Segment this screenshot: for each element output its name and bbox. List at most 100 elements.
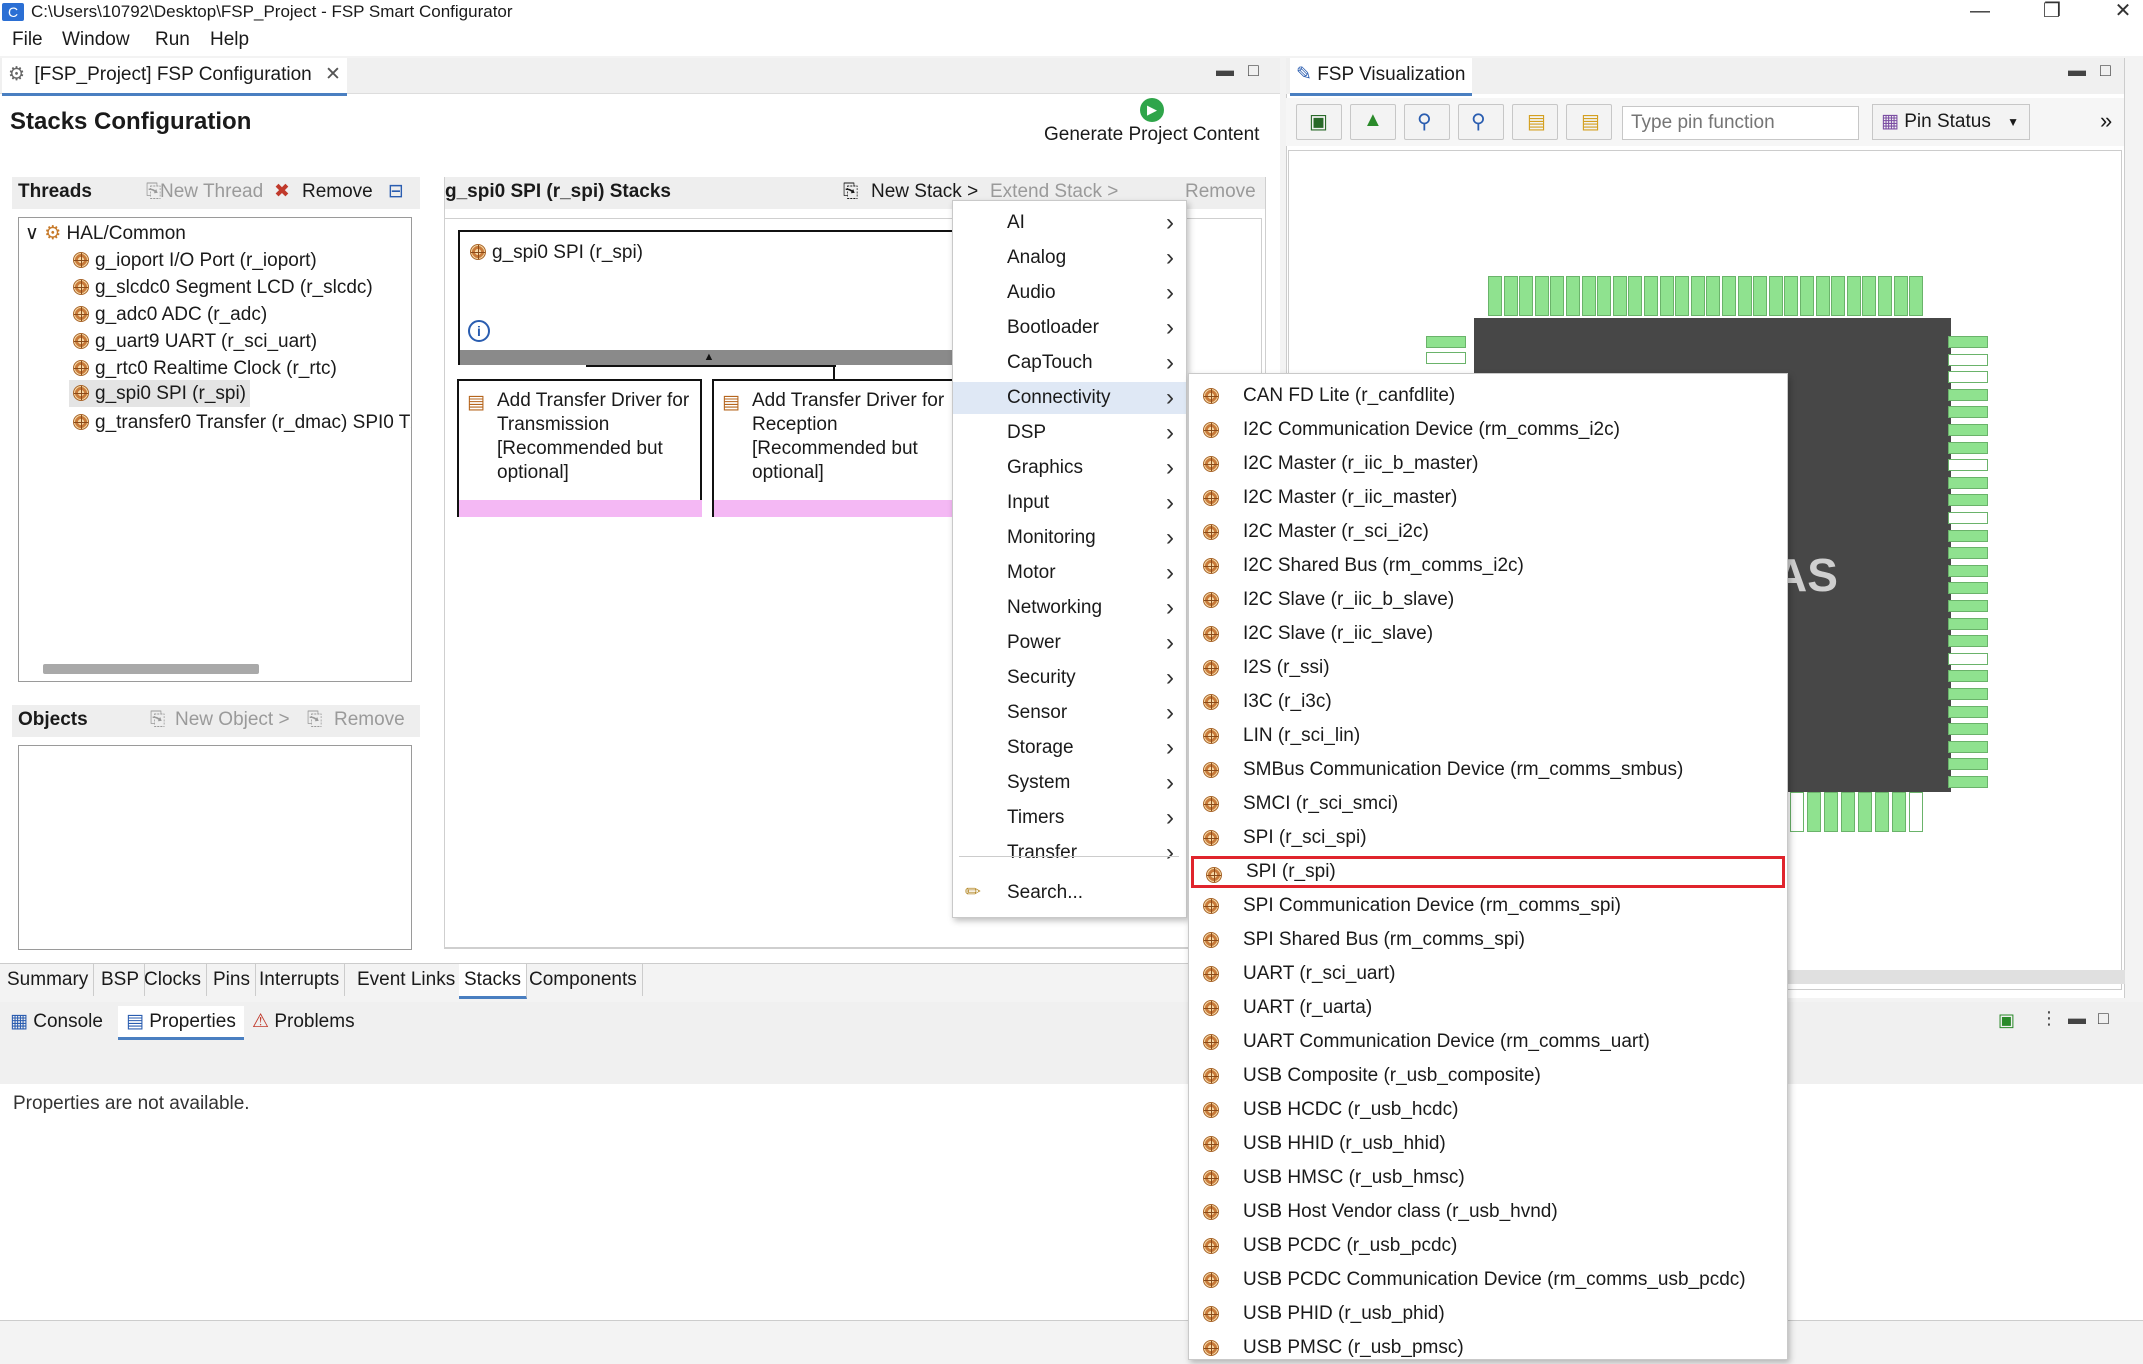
tab-summary[interactable]: Summary <box>2 964 95 996</box>
tab-pins[interactable]: Pins <box>208 964 256 996</box>
chip-pin[interactable] <box>1948 529 1988 542</box>
menu-item-module[interactable]: USB HMSC (r_usb_hmsc) <box>1191 1162 1785 1194</box>
chip-pin[interactable] <box>1862 276 1877 316</box>
chip-pin[interactable] <box>1800 276 1814 316</box>
chip-pin[interactable] <box>1893 276 1908 316</box>
menu-item-timers[interactable]: Timers › <box>953 802 1186 834</box>
menu-item-module[interactable]: SMBus Communication Device (rm_comms_smb… <box>1191 754 1785 786</box>
menu-item-audio[interactable]: Audio › <box>953 277 1186 309</box>
menu-item-module[interactable]: I2C Master (r_iic_b_master) <box>1191 448 1785 480</box>
chip-pin[interactable] <box>1948 459 1988 472</box>
menu-file[interactable]: File <box>12 24 43 56</box>
toolbar-overflow-icon[interactable]: » <box>2100 108 2112 134</box>
chip-pin[interactable] <box>1550 276 1565 316</box>
menu-item-bootloader[interactable]: Bootloader › <box>953 312 1186 344</box>
chip-pin[interactable] <box>1659 276 1674 316</box>
tree-item[interactable]: g_rtc0 Realtime Clock (r_rtc) <box>73 355 337 382</box>
chip-pin[interactable] <box>1948 776 1988 788</box>
menu-item-system[interactable]: System › <box>953 767 1186 799</box>
menu-item-module[interactable]: I2C Communication Device (rm_comms_i2c) <box>1191 414 1785 446</box>
chip-pin[interactable] <box>1824 792 1838 832</box>
menu-run[interactable]: Run <box>155 24 190 56</box>
chip-pin[interactable] <box>1846 276 1861 316</box>
page-button[interactable]: ▤ <box>1512 104 1558 140</box>
chip-pin[interactable] <box>1597 276 1612 316</box>
maximize-button[interactable]: ❐ <box>2032 0 2072 24</box>
chip-pin[interactable] <box>1503 276 1518 316</box>
chip-pin[interactable] <box>1628 276 1643 316</box>
chip-pin[interactable] <box>1753 276 1768 316</box>
chip-pin[interactable] <box>1581 276 1596 316</box>
collapse-all-icon[interactable]: ⊟ <box>388 177 404 207</box>
menu-item-storage[interactable]: Storage › <box>953 732 1186 764</box>
chip-pin[interactable] <box>1948 353 1988 366</box>
add-transfer-rx[interactable]: ▤ Add Transfer Driver for Reception [Reco… <box>712 379 958 517</box>
save-image-button[interactable]: ▣ <box>1296 104 1342 140</box>
menu-item-graphics[interactable]: Graphics › <box>953 452 1186 484</box>
zoom-out-button[interactable]: ⚲ <box>1404 104 1450 140</box>
menu-item-module[interactable]: USB Composite (r_usb_composite) <box>1191 1060 1785 1092</box>
chip-pin[interactable] <box>1948 600 1988 612</box>
menu-item-module[interactable]: USB PCDC Communication Device (rm_comms_… <box>1191 1264 1785 1296</box>
menu-item-connectivity[interactable]: Connectivity › <box>953 382 1186 414</box>
menu-item-dsp[interactable]: DSP › <box>953 417 1186 449</box>
chip-pin[interactable] <box>1784 276 1799 316</box>
chip-pin[interactable] <box>1534 276 1549 316</box>
tree-item[interactable]: g_ioport I/O Port (r_ioport) <box>73 247 317 274</box>
menu-item-networking[interactable]: Networking › <box>953 592 1186 624</box>
menu-item-module[interactable]: UART (r_uarta) <box>1191 992 1785 1024</box>
chip-pin[interactable] <box>1948 476 1988 489</box>
chip-pin[interactable] <box>1948 758 1988 771</box>
menu-item-module[interactable]: UART (r_sci_uart) <box>1191 958 1785 990</box>
chip-pin[interactable] <box>1858 792 1872 832</box>
chip-pin[interactable] <box>1875 792 1889 832</box>
chip-pin[interactable] <box>1948 441 1988 454</box>
menu-item-module[interactable]: I2S (r_ssi) <box>1191 652 1785 684</box>
menu-item-module[interactable]: SPI (r_sci_spi) <box>1191 822 1785 854</box>
chip-pin[interactable] <box>1948 494 1988 507</box>
close-button[interactable]: ✕ <box>2103 0 2143 24</box>
minimize-view-icon[interactable]: ▬ <box>2068 60 2086 81</box>
chip-pin[interactable] <box>1948 388 1988 401</box>
tab-interrupts[interactable]: Interrupts <box>254 964 346 996</box>
tab-fsp-visualization[interactable]: ✎ FSP Visualization <box>1290 58 1472 96</box>
menu-window[interactable]: Window <box>62 24 130 56</box>
menu-item-power[interactable]: Power › <box>953 627 1186 659</box>
menu-item-module[interactable]: SPI Shared Bus (rm_comms_spi) <box>1191 924 1785 956</box>
menu-item-module[interactable]: CAN FD Lite (r_canfdlite) <box>1191 380 1785 412</box>
menu-item-module[interactable]: USB Host Vendor class (r_usb_hvnd) <box>1191 1196 1785 1228</box>
menu-item-module[interactable]: I2C Master (r_sci_i2c) <box>1191 516 1785 548</box>
remove-thread-button[interactable]: Remove <box>302 177 373 207</box>
chip-pin[interactable] <box>1706 276 1721 316</box>
chip-pin[interactable] <box>1948 582 1988 595</box>
remove-stack-button[interactable]: Remove <box>1185 177 1256 207</box>
chip-pin[interactable] <box>1426 352 1466 364</box>
chip-pin[interactable] <box>1612 276 1627 316</box>
chip-pin[interactable] <box>1790 792 1804 832</box>
chip-pin[interactable] <box>1948 635 1988 648</box>
close-icon[interactable]: ✕ <box>325 64 341 85</box>
tab-console[interactable]: ▦ Console <box>10 1010 103 1033</box>
menu-item-transfer[interactable]: Transfer › <box>953 837 1186 869</box>
minimize-view-icon[interactable]: ▬ <box>2068 1008 2086 1029</box>
pin-function-search-input[interactable] <box>1622 106 1859 140</box>
menu-help[interactable]: Help <box>210 24 249 56</box>
pin-view-icon[interactable]: ▣ <box>1998 1010 2015 1031</box>
menu-item-module[interactable]: I3C (r_i3c) <box>1191 686 1785 718</box>
tree-item[interactable]: g_adc0 ADC (r_adc) <box>73 301 267 328</box>
chip-pin[interactable] <box>1909 276 1924 316</box>
chip-pin[interactable] <box>1841 792 1855 832</box>
menu-item-module[interactable]: UART Communication Device (rm_comms_uart… <box>1191 1026 1785 1058</box>
menu-item-search[interactable]: ✏ Search... <box>953 877 1186 909</box>
tab-fsp-configuration[interactable]: ⚙ [FSP_Project] FSP Configuration ✕ <box>2 58 347 96</box>
menu-item-module[interactable]: LIN (r_sci_lin) <box>1191 720 1785 752</box>
tab-stacks[interactable]: Stacks <box>459 964 528 999</box>
menu-item-module[interactable]: USB HHID (r_usb_hhid) <box>1191 1128 1785 1160</box>
chip-pin[interactable] <box>1948 740 1988 753</box>
chip-pin[interactable] <box>1948 670 1988 683</box>
chip-pin[interactable] <box>1807 792 1821 832</box>
chip-pin[interactable] <box>1690 276 1705 316</box>
add-transfer-tx[interactable]: ▤ Add Transfer Driver for Transmission [R… <box>457 379 702 517</box>
menu-item-module[interactable]: I2C Master (r_iic_master) <box>1191 482 1785 514</box>
horizontal-scrollbar[interactable] <box>43 664 259 674</box>
